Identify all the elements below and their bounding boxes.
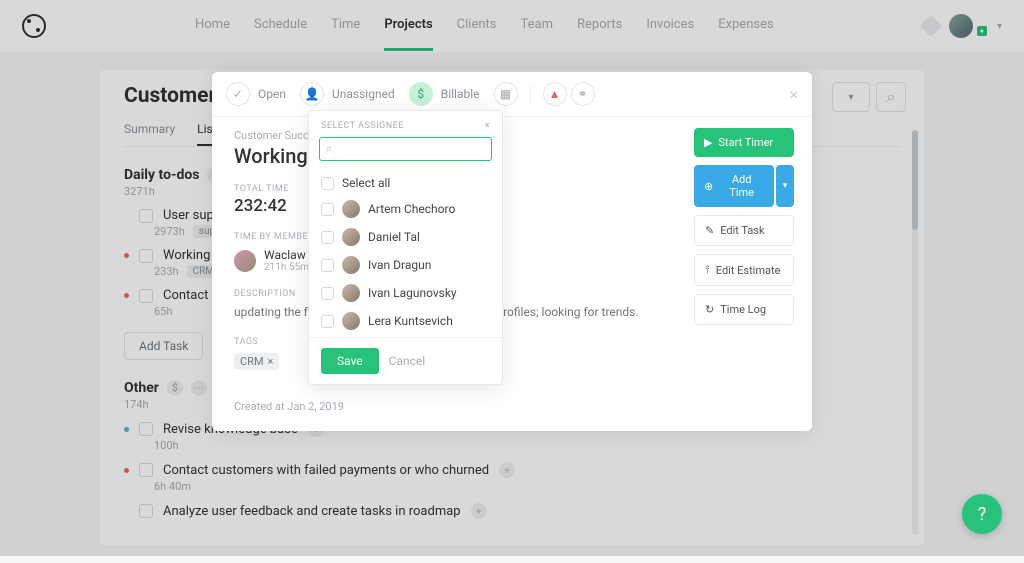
assignee-option[interactable]: Artem Chechoro [309, 195, 502, 223]
billable-icon[interactable]: $ [409, 82, 433, 106]
help-button[interactable]: ? [962, 494, 1002, 534]
save-button[interactable]: Save [321, 348, 379, 374]
edit-estimate-button[interactable]: ⫯Edit Estimate [694, 254, 794, 286]
add-time-button[interactable]: ⊕Add Time [694, 165, 774, 207]
close-icon[interactable]: × [789, 85, 798, 104]
link-icon[interactable]: ⚭ [571, 82, 595, 106]
time-log-button[interactable]: ↻Time Log [694, 294, 794, 325]
pencil-icon: ✎ [705, 224, 714, 237]
select-all[interactable]: Select all [309, 171, 502, 195]
calendar-icon[interactable]: ▦ [494, 82, 518, 106]
add-time-dropdown[interactable]: ▾ [776, 165, 794, 207]
remove-tag-icon: × [268, 355, 274, 368]
clock-icon: ⊕ [704, 180, 713, 193]
play-icon: ▶ [704, 136, 712, 149]
chart-icon: ⫯ [705, 263, 710, 277]
created-at: Created at Jan 2, 2019 [212, 400, 812, 413]
cancel-button[interactable]: Cancel [389, 354, 426, 368]
assignee-option[interactable]: Ivan Lagunovsky [309, 279, 502, 307]
search-icon: ⌕ [326, 142, 332, 156]
status-icon[interactable]: ✓ [226, 82, 250, 106]
popover-title: SELECT ASSIGNEE [321, 121, 404, 131]
assignee-icon[interactable]: 👤 [300, 82, 324, 106]
task-modal: ✓Open 👤Unassigned $Billable ▦ ▲ ⚭ × Cust… [212, 72, 812, 431]
paint-icon[interactable]: ▲ [543, 82, 567, 106]
assignee-search[interactable]: ⌕ [319, 137, 492, 161]
assignee-option[interactable]: Daniel Tal [309, 223, 502, 251]
assignee-option[interactable]: Lera Kuntsevich [309, 307, 502, 335]
edit-task-button[interactable]: ✎Edit Task [694, 215, 794, 246]
close-icon[interactable]: × [485, 121, 490, 131]
member-avatar [234, 250, 256, 272]
tag-chip[interactable]: CRM× [234, 353, 279, 370]
assignee-popover: SELECT ASSIGNEE × ⌕ Select all Artem Chec… [308, 110, 503, 385]
history-icon: ↻ [705, 303, 714, 316]
assignee-option[interactable]: Ivan Dragun [309, 251, 502, 279]
start-timer-button[interactable]: ▶Start Timer [694, 128, 794, 157]
